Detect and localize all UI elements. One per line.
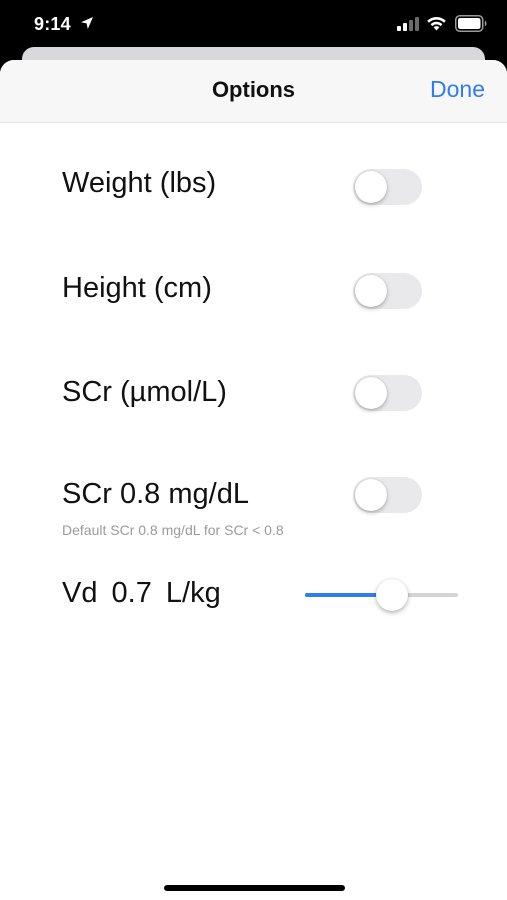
height-cm-toggle[interactable] (353, 273, 422, 309)
toggle-knob (355, 275, 387, 307)
vd-label: Vd 0.7 L/kg (62, 577, 221, 609)
scr-default-hint: Default SCr 0.8 mg/dL for SCr < 0.8 (62, 522, 284, 538)
scr-default-toggle[interactable] (353, 477, 422, 513)
toggle-knob (355, 479, 387, 511)
height-cm-label: Height (cm) (62, 272, 212, 304)
vd-slider[interactable] (305, 579, 458, 611)
nav-bar: Options Done (0, 60, 507, 123)
battery-icon (455, 15, 487, 32)
home-indicator[interactable] (164, 885, 345, 891)
weight-lbs-label: Weight (lbs) (62, 167, 217, 199)
location-arrow-icon (81, 17, 93, 29)
toggle-knob (355, 377, 387, 409)
scr-umol-label: SCr (µmol/L) (62, 376, 227, 408)
weight-lbs-toggle[interactable] (353, 169, 422, 205)
slider-fill (305, 593, 382, 597)
status-time: 9:14 (34, 14, 71, 34)
scr-default-label: SCr 0.8 mg/dL (62, 478, 249, 510)
status-bar: 9:14 (0, 0, 507, 50)
done-button[interactable]: Done (430, 76, 485, 103)
wifi-icon (427, 16, 446, 31)
scr-umol-toggle[interactable] (353, 375, 422, 411)
options-sheet: Options Done Weight (lbs) Height (cm) SC… (0, 60, 507, 900)
screen: 9:14 Options Done Weight (lbs) Height (c… (0, 0, 507, 900)
slider-thumb[interactable] (376, 579, 408, 611)
cellular-signal-icon (397, 17, 419, 31)
toggle-knob (355, 171, 387, 203)
